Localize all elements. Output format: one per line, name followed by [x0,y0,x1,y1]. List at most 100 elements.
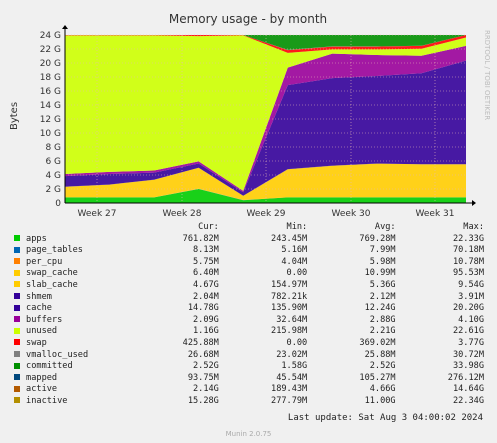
legend-avg: 12.24G [364,303,396,314]
legend-row-committed: committed 2.52G 1.58G 2.52G 33.98G [14,361,484,373]
legend-min: 4.04M [281,256,308,267]
x-tick-label: Week 30 [332,209,371,219]
legend-max: 22.33G [452,233,484,244]
legend-row-swap: swap 425.88M 0.00 369.02M 3.77G [14,338,484,350]
legend-name: slab_cache [26,279,78,290]
legend-avg: 11.00G [364,395,396,406]
legend-table: Cur: Min: Avg: Max: apps 761.82M 243.45M 76… [14,222,484,408]
legend-min: 32.64M [276,314,308,325]
legend-swatch [14,281,20,288]
legend-min: 0.00 [286,268,308,279]
legend-row-per_cpu: per_cpu 5.75M 4.04M 5.98M 10.78M [14,257,484,269]
legend-row-inactive: inactive 15.28G 277.79M 11.00G 22.34G [14,396,484,408]
x-tick-label: Week 31 [416,209,455,219]
y-tick-label: 18 G [40,73,61,83]
legend-cur: 1.16G [192,326,219,337]
legend-avg: 769.28M [359,233,396,244]
legend-swatch [14,397,20,404]
legend-max: 20.20G [452,303,484,314]
legend-cur: 14.78G [187,303,219,314]
y-tick-label: 12 G [40,115,61,125]
legend-cur: 425.88M [182,337,219,348]
legend-name: page_tables [26,245,83,256]
legend-header-row: Cur: Min: Avg: Max: [14,222,484,234]
legend-min: 1.58G [281,361,308,372]
legend-row-slab_cache: slab_cache 4.67G 154.97M 5.36G 9.54G [14,280,484,292]
legend-avg: 5.36G [369,279,396,290]
legend-row-unused: unused 1.16G 215.98M 2.21G 22.61G [14,326,484,338]
header-min: Min: [286,222,308,232]
legend-row-mapped: mapped 93.75M 45.54M 105.27M 276.12M [14,373,484,385]
legend-name: buffers [26,314,63,325]
y-tick-label: 6 G [45,157,61,167]
legend-min: 277.79M [271,395,308,406]
legend-cur: 6.40M [192,268,219,279]
legend-max: 22.34G [452,395,484,406]
legend-name: inactive [26,395,68,406]
legend-row-cache: cache 14.78G 135.90M 12.24G 20.20G [14,303,484,315]
y-tick-label: 24 G [40,31,61,41]
legend-row-shmem: shmem 2.04M 782.21k 2.12M 3.91M [14,292,484,304]
legend-avg: 2.12M [369,291,396,302]
legend-name: swap_cache [26,268,78,279]
legend-min: 0.00 [286,337,308,348]
legend-name: committed [26,361,73,372]
legend-row-page_tables: page_tables 8.13M 5.16M 7.99M 70.18M [14,245,484,257]
legend-max: 9.54G [458,279,484,290]
x-tick-label: Week 27 [78,209,117,219]
legend-cur: 2.14G [192,384,219,395]
legend-name: mapped [26,372,58,383]
legend-swatch [14,327,20,334]
legend-name: apps [26,233,47,244]
y-tick-label: 8 G [45,143,61,153]
y-tick-label: 10 G [40,129,61,139]
legend-max: 14.64G [452,384,484,395]
legend-swatch [14,269,20,276]
legend-cur: 93.75M [187,372,219,383]
x-tick-label: Week 29 [247,209,286,219]
y-tick-label: 16 G [40,87,61,97]
legend-min: 189.43M [271,384,308,395]
legend-min: 154.97M [271,279,308,290]
legend-cur: 2.52G [192,361,219,372]
header-avg: Avg: [374,222,396,232]
legend-cur: 15.28G [187,395,219,406]
legend-max: 70.18M [452,245,484,256]
header-cur: Cur: [198,222,219,232]
legend-swatch [14,235,20,242]
y-tick-label: 14 G [40,101,61,111]
legend-row-apps: apps 761.82M 243.45M 769.28M 22.33G [14,234,484,246]
y-axis-label: Bytes [9,102,20,130]
y-tick-label: 2 G [45,185,61,195]
legend-avg: 4.66G [369,384,396,395]
legend-row-vmalloc_used: vmalloc_used 26.68M 23.02M 25.88M 30.72M [14,350,484,362]
munin-version: Munin 2.0.75 [225,430,272,438]
legend-avg: 2.52G [369,361,396,372]
legend-avg: 2.21G [369,326,396,337]
legend-swatch [14,362,20,369]
legend-avg: 105.27M [359,372,396,383]
legend-cur: 2.04M [192,291,219,302]
x-axis-arrow [472,200,476,206]
legend-swatch [14,293,20,300]
legend-max: 33.98G [452,361,484,372]
legend-cur: 26.68M [187,349,219,360]
legend-swatch [14,316,20,323]
legend-row-swap_cache: swap_cache 6.40M 0.00 10.99M 95.53M [14,268,484,280]
y-axis-arrow [62,25,68,29]
legend-avg: 25.88M [364,349,396,360]
legend-min: 135.90M [271,303,308,314]
legend-name: unused [26,326,58,337]
legend-swatch [14,374,20,381]
legend-min: 215.98M [271,326,308,337]
legend-swatch [14,304,20,311]
legend-cur: 761.82M [182,233,219,244]
legend-avg: 10.99M [364,268,396,279]
legend-cur: 8.13M [192,245,219,256]
legend-name: active [26,384,58,395]
legend-cur: 5.75M [192,256,219,267]
legend-max: 3.91M [458,291,484,302]
legend-name: swap [26,337,47,348]
legend-min: 243.45M [271,233,308,244]
legend-max: 95.53M [452,268,484,279]
